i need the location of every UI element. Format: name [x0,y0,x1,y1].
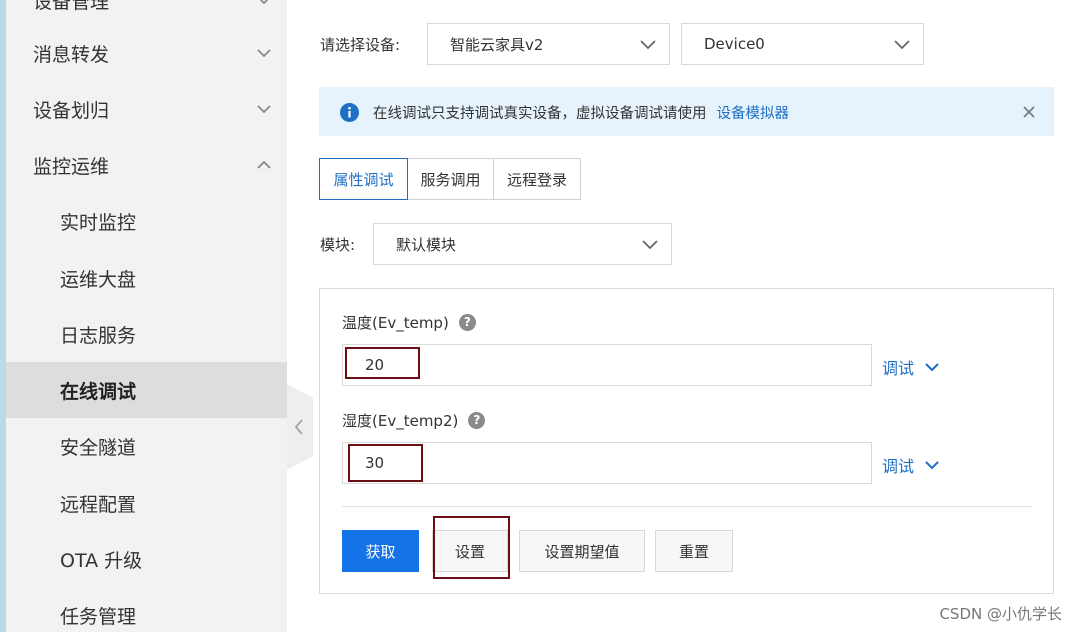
sidebar-item-ops-dashboard[interactable]: 运维大盘 [6,250,287,306]
sidebar-item-label: 任务管理 [60,605,137,628]
tab-service-call[interactable]: 服务调用 [408,158,494,200]
chevron-up-icon [257,160,271,169]
device-simulator-link[interactable]: 设备模拟器 [717,106,790,122]
sidebar-item-secure-tunnel[interactable]: 安全隧道 [6,418,287,474]
sidebar-item-label: 日志服务 [60,324,137,347]
module-select[interactable]: 默认模块 [373,223,672,265]
tab-property-debug[interactable]: 属性调试 [319,158,408,200]
sidebar-item-label: 运维大盘 [60,268,137,291]
debug-link-label: 调试 [882,457,915,476]
help-icon[interactable]: ? [458,314,476,331]
sidebar-item-label: 设备管理 [33,0,110,13]
chevron-down-icon [257,105,271,114]
highlight-box [345,347,420,379]
highlight-box [433,516,510,579]
set-expected-value-button[interactable]: 设置期望值 [519,530,645,572]
sidebar-item-task-management[interactable]: 任务管理 [6,587,287,632]
alert-text: 在线调试只支持调试真实设备，虚拟设备调试请使用 [373,106,707,122]
sidebar-item-device-management[interactable]: 设备管理 [6,0,287,28]
chevron-down-icon [894,40,910,50]
sidebar-item-label: 远程配置 [60,493,137,516]
sidebar-item-label: 在线调试 [60,380,137,403]
module-label: 模块: [320,236,356,254]
chevron-down-icon [642,240,658,250]
tab-remote-login[interactable]: 远程登录 [494,158,581,200]
sidebar-item-label: 实时监控 [60,211,137,234]
humidity-debug-link[interactable]: 调试 [882,453,940,477]
info-icon [340,103,359,122]
sidebar: 设备管理 消息转发 设备划归 监控运维 实时监控 运维大盘 日志服务 在线调试 … [0,0,287,632]
debug-tabs: 属性调试 服务调用 远程登录 [319,158,581,200]
sidebar-item-ota-upgrade[interactable]: OTA 升级 [6,531,287,587]
property-debug-panel: 温度(Ev_temp) ? 20 调试 湿度(Ev_temp2) ? 30 调试… [319,288,1054,594]
highlight-box [348,444,423,482]
sidebar-item-log-service[interactable]: 日志服务 [6,306,287,362]
sidebar-item-label: 安全隧道 [60,436,137,459]
temperature-debug-link[interactable]: 调试 [882,355,940,379]
reset-button[interactable]: 重置 [655,530,733,572]
sidebar-item-remote-config[interactable]: 远程配置 [6,475,287,531]
sidebar-item-message-forward[interactable]: 消息转发 [6,25,287,81]
sidebar-item-monitoring-ops[interactable]: 监控运维 [6,137,287,193]
sidebar-item-label: 监控运维 [33,155,110,178]
field-label-text: 湿度(Ev_temp2) [342,412,459,430]
device-select-label: 请选择设备: [320,36,401,54]
product-select[interactable]: 智能云家具v2 [427,23,670,65]
product-select-value: 智能云家具v2 [450,35,544,54]
sidebar-item-label: OTA 升级 [60,549,143,572]
close-icon[interactable] [1021,104,1037,120]
sidebar-collapse-handle[interactable] [287,384,313,470]
field-label-humidity: 湿度(Ev_temp2) ? [342,410,486,431]
alert-message: 在线调试只支持调试真实设备，虚拟设备调试请使用 设备模拟器 [373,102,789,123]
device-select-value: Device0 [704,35,765,53]
debug-link-label: 调试 [882,359,915,378]
temperature-input[interactable]: 20 [342,344,872,386]
sidebar-item-label: 设备划归 [33,99,110,122]
module-select-value: 默认模块 [396,235,457,254]
divider [342,506,1032,507]
chevron-down-icon [257,49,271,58]
watermark: CSDN @小仇学长 [939,605,1062,623]
sidebar-item-online-debug[interactable]: 在线调试 [6,362,287,418]
get-button[interactable]: 获取 [342,530,419,572]
sidebar-item-device-assign[interactable]: 设备划归 [6,81,287,137]
sidebar-item-label: 消息转发 [33,43,110,66]
field-label-temperature: 温度(Ev_temp) ? [342,312,476,333]
chevron-down-icon [640,40,656,50]
info-alert: 在线调试只支持调试真实设备，虚拟设备调试请使用 设备模拟器 [319,87,1054,136]
sidebar-item-realtime-monitor[interactable]: 实时监控 [6,193,287,249]
chevron-down-icon [925,363,939,372]
device-select[interactable]: Device0 [681,23,924,65]
chevron-down-icon [259,0,269,5]
field-label-text: 温度(Ev_temp) [342,314,449,332]
help-icon[interactable]: ? [468,412,486,429]
chevron-down-icon [925,461,939,470]
